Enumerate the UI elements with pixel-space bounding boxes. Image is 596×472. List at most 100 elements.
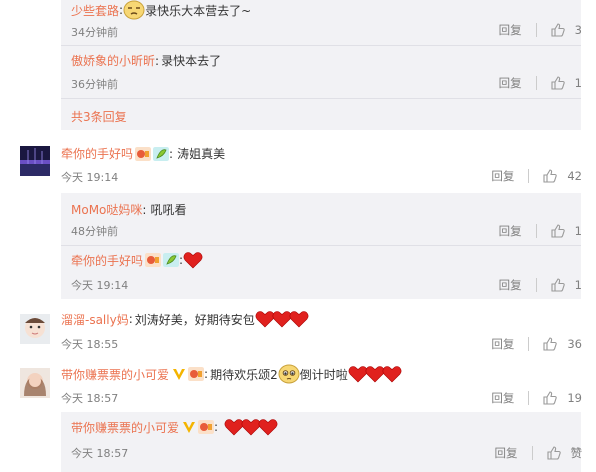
like-count: 3 xyxy=(574,23,582,37)
badge-icon xyxy=(198,420,215,434)
reply-user-link[interactable]: 带你赚票票的小可爱 xyxy=(71,419,179,436)
action-divider xyxy=(528,337,530,351)
like-count: 19 xyxy=(567,391,582,405)
reply-line: 少些套路 : 录快乐大本营去了~ xyxy=(71,0,251,20)
reply-time: 48分钟前 xyxy=(71,225,118,238)
reply-button[interactable]: 回复 xyxy=(491,390,514,406)
thumbs-up-icon xyxy=(543,169,558,183)
reply-button[interactable]: 回复 xyxy=(491,168,514,184)
thumbs-up-icon xyxy=(543,337,558,351)
reply-time: 34分钟前 xyxy=(71,26,118,39)
colon: : xyxy=(204,367,209,381)
colon: : xyxy=(214,420,219,434)
avatar[interactable] xyxy=(20,314,50,344)
comment-user-link[interactable]: 溜溜-sally妈 xyxy=(61,311,129,328)
reply-button[interactable]: 回复 xyxy=(491,336,514,352)
thumbs-up-icon xyxy=(551,224,565,238)
comment-text: 刘涛好美，好期待安包 xyxy=(134,312,255,327)
reply-button[interactable]: 回复 xyxy=(499,22,522,38)
reply-button[interactable]: 回复 xyxy=(499,75,522,91)
heart-emoji-icon xyxy=(183,252,203,269)
like-button[interactable]: 36 xyxy=(543,337,582,351)
reply-line: MoMo哒妈咪 : 吼吼看 xyxy=(71,201,186,218)
reply-button[interactable]: 回复 xyxy=(499,223,522,239)
reply-time: 36分钟前 xyxy=(71,78,118,91)
avatar[interactable] xyxy=(20,146,50,176)
comment-text: 涛姐真美 xyxy=(177,147,226,161)
comment-actions: 回复 36 xyxy=(491,336,582,352)
colon: : xyxy=(155,53,160,68)
action-divider xyxy=(528,391,530,405)
comment-text: 期待欢乐颂2 xyxy=(210,367,278,382)
reply-button[interactable]: 回复 xyxy=(495,445,518,461)
like-count: 42 xyxy=(567,169,582,183)
reply-time: 今天 19:14 xyxy=(71,279,129,292)
thumbs-up-icon xyxy=(551,76,565,90)
comment-time: 今天 19:14 xyxy=(61,171,119,184)
comment-header: 牵你的手好吗 : 涛姐真美 xyxy=(61,145,225,162)
vip-icon xyxy=(173,369,186,380)
like-count: 1 xyxy=(574,278,582,292)
reply-line: 傲娇象的小昕昕 : 录快本去了 xyxy=(71,52,221,69)
comment-user-link[interactable]: 牵你的手好吗 xyxy=(61,145,133,162)
reply-actions: 回复 1 xyxy=(499,277,582,293)
heart-emoji-icon xyxy=(289,311,309,328)
thumbs-up-icon xyxy=(546,446,561,460)
comment-user-link[interactable]: 带你赚票票的小可爱 xyxy=(61,366,169,383)
like-count: 赞 xyxy=(570,446,583,460)
like-button[interactable]: 42 xyxy=(543,169,582,183)
action-divider xyxy=(531,446,533,460)
reply-text: 吼吼看 xyxy=(150,203,187,217)
like-button[interactable]: 3 xyxy=(551,23,582,37)
reply-divider xyxy=(61,98,581,99)
avatar[interactable] xyxy=(20,368,50,398)
reply-line: 牵你的手好吗 : xyxy=(71,251,203,269)
like-count: 1 xyxy=(574,224,582,238)
badge-icon xyxy=(135,146,152,161)
reply-user-link[interactable]: 牵你的手好吗 xyxy=(71,252,143,269)
smirk-emoji-icon xyxy=(123,0,145,20)
fan-badge-icon xyxy=(163,253,180,267)
reply-button[interactable]: 回复 xyxy=(499,277,522,293)
action-divider xyxy=(535,224,537,238)
comment-actions: 回复 19 xyxy=(491,390,582,406)
reply-actions: 回复 1 xyxy=(499,223,582,239)
reply-actions: 回复 赞 xyxy=(495,445,583,461)
thumbs-up-icon xyxy=(543,391,558,405)
reply-actions: 回复 3 xyxy=(499,22,582,38)
like-button[interactable]: 赞 xyxy=(546,445,583,461)
reply-text: 录快本去了 xyxy=(161,54,222,68)
like-button[interactable]: 1 xyxy=(551,76,582,90)
reply-text: 录快乐大本营去了~ xyxy=(145,3,252,18)
thumbs-up-icon xyxy=(551,23,565,37)
reply-user-link[interactable]: 傲娇象的小昕昕 xyxy=(71,52,155,69)
badge-icon xyxy=(188,367,205,381)
thumbs-up-icon xyxy=(551,278,565,292)
comment-header: 溜溜-sally妈 : 刘涛好美，好期待安包 xyxy=(61,310,309,328)
reply-divider xyxy=(61,245,581,246)
pleading-emoji-icon xyxy=(278,364,300,384)
more-replies-link[interactable]: 共3条回复 xyxy=(71,108,127,125)
comment-text-suffix: 倒计时啦 xyxy=(299,367,348,382)
vip-icon xyxy=(183,422,196,433)
heart-emoji-icon xyxy=(382,366,402,383)
comment-time: 今天 18:57 xyxy=(61,392,119,405)
reply-user-link[interactable]: 少些套路 xyxy=(71,2,119,19)
colon: : xyxy=(128,312,133,326)
heart-emoji-icon xyxy=(258,419,278,436)
reply-time: 今天 18:57 xyxy=(71,447,129,460)
comment-actions: 回复 42 xyxy=(491,168,582,184)
like-button[interactable]: 19 xyxy=(543,391,582,405)
comment-header: 带你赚票票的小可爱 : 期待欢乐颂2 倒计时啦 xyxy=(61,364,402,384)
reply-user-link[interactable]: MoMo哒妈咪 xyxy=(71,201,142,218)
like-count: 1 xyxy=(574,76,582,90)
reply-divider xyxy=(61,45,581,46)
like-button[interactable]: 1 xyxy=(551,224,582,238)
like-button[interactable]: 1 xyxy=(551,278,582,292)
comment-time: 今天 18:55 xyxy=(61,338,119,351)
colon: : xyxy=(142,202,147,217)
action-divider xyxy=(528,169,530,183)
action-divider xyxy=(535,278,537,292)
action-divider xyxy=(535,76,537,90)
colon: : xyxy=(169,146,174,161)
